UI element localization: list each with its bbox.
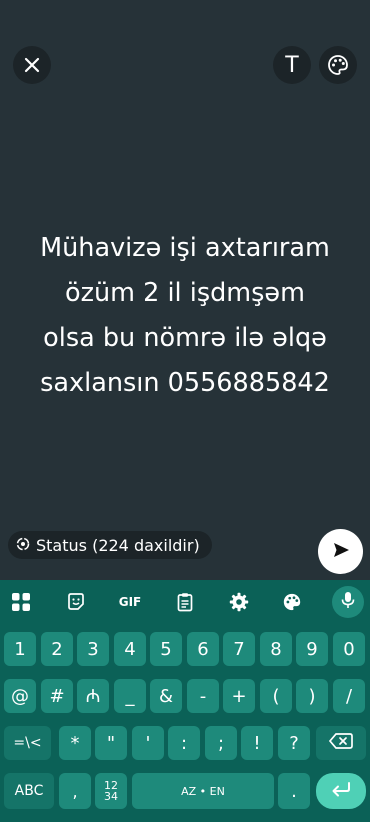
key-plus[interactable]: + — [223, 679, 255, 713]
status-audience-button[interactable]: Status (224 daxildir) — [8, 531, 212, 559]
key-6[interactable]: 6 — [187, 632, 219, 666]
key-period[interactable]: . — [278, 773, 310, 809]
key-1[interactable]: 1 — [4, 632, 36, 666]
key-single-quote[interactable]: ' — [132, 726, 164, 760]
text-tool-label: T — [285, 52, 299, 78]
key-slash[interactable]: / — [333, 679, 365, 713]
text-style-button[interactable]: T — [273, 46, 311, 84]
send-icon — [331, 540, 351, 564]
abc-key[interactable]: ABC — [4, 773, 54, 809]
palette-icon — [327, 54, 349, 76]
enter-icon — [330, 781, 352, 802]
key-9[interactable]: 9 — [296, 632, 328, 666]
key-open-paren[interactable]: ( — [260, 679, 292, 713]
key-minus[interactable]: - — [187, 679, 219, 713]
more-symbols-key[interactable]: =\< — [4, 726, 51, 760]
keyboard-toolbar: GIF — [0, 580, 370, 624]
key-close-paren[interactable]: ) — [296, 679, 328, 713]
key-asterisk[interactable]: * — [59, 726, 91, 760]
space-key[interactable]: AZ • EN — [132, 773, 274, 809]
status-editor: T Mühavizə işi axtarıram özüm 2 il işdmş… — [0, 0, 370, 580]
close-icon — [23, 56, 41, 74]
key-8[interactable]: 8 — [260, 632, 292, 666]
key-3[interactable]: 3 — [77, 632, 109, 666]
key-at[interactable]: @ — [4, 679, 36, 713]
voice-input-button[interactable] — [332, 586, 364, 618]
numpad-key-bottom: 34 — [104, 790, 118, 803]
mic-icon — [340, 591, 356, 613]
key-7[interactable]: 7 — [223, 632, 255, 666]
status-audience-label: Status (224 daxildir) — [36, 535, 200, 555]
key-question[interactable]: ? — [278, 726, 310, 760]
key-double-quote[interactable]: " — [95, 726, 127, 760]
key-manat[interactable]: ₼ — [77, 679, 109, 713]
keyboard: GIF 1 2 3 4 5 6 7 8 9 0 @ # ₼ _ & - + (… — [0, 580, 370, 822]
gif-button[interactable]: GIF — [114, 588, 146, 616]
backspace-icon — [328, 732, 353, 755]
key-2[interactable]: 2 — [41, 632, 73, 666]
backspace-key[interactable] — [316, 726, 366, 760]
clipboard-icon[interactable] — [173, 588, 197, 616]
key-hash[interactable]: # — [41, 679, 73, 713]
status-text-input[interactable]: Mühavizə işi axtarıram özüm 2 il işdmşəm… — [14, 226, 356, 406]
color-palette-button[interactable] — [319, 46, 357, 84]
key-underscore[interactable]: _ — [114, 679, 146, 713]
sticker-icon[interactable] — [64, 588, 88, 616]
status-icon — [16, 536, 30, 555]
key-colon[interactable]: : — [168, 726, 200, 760]
gear-icon[interactable] — [227, 588, 251, 616]
key-4[interactable]: 4 — [114, 632, 146, 666]
key-ampersand[interactable]: & — [150, 679, 182, 713]
send-button[interactable] — [318, 529, 363, 574]
key-comma[interactable]: , — [59, 773, 91, 809]
enter-key[interactable] — [316, 773, 366, 809]
key-semicolon[interactable]: ; — [205, 726, 237, 760]
apps-grid-icon[interactable] — [9, 588, 33, 616]
key-exclamation[interactable]: ! — [241, 726, 273, 760]
numpad-key[interactable]: 12 34 — [95, 773, 127, 809]
theme-palette-icon[interactable] — [280, 588, 304, 616]
close-button[interactable] — [13, 46, 51, 84]
key-0[interactable]: 0 — [333, 632, 365, 666]
key-5[interactable]: 5 — [150, 632, 182, 666]
